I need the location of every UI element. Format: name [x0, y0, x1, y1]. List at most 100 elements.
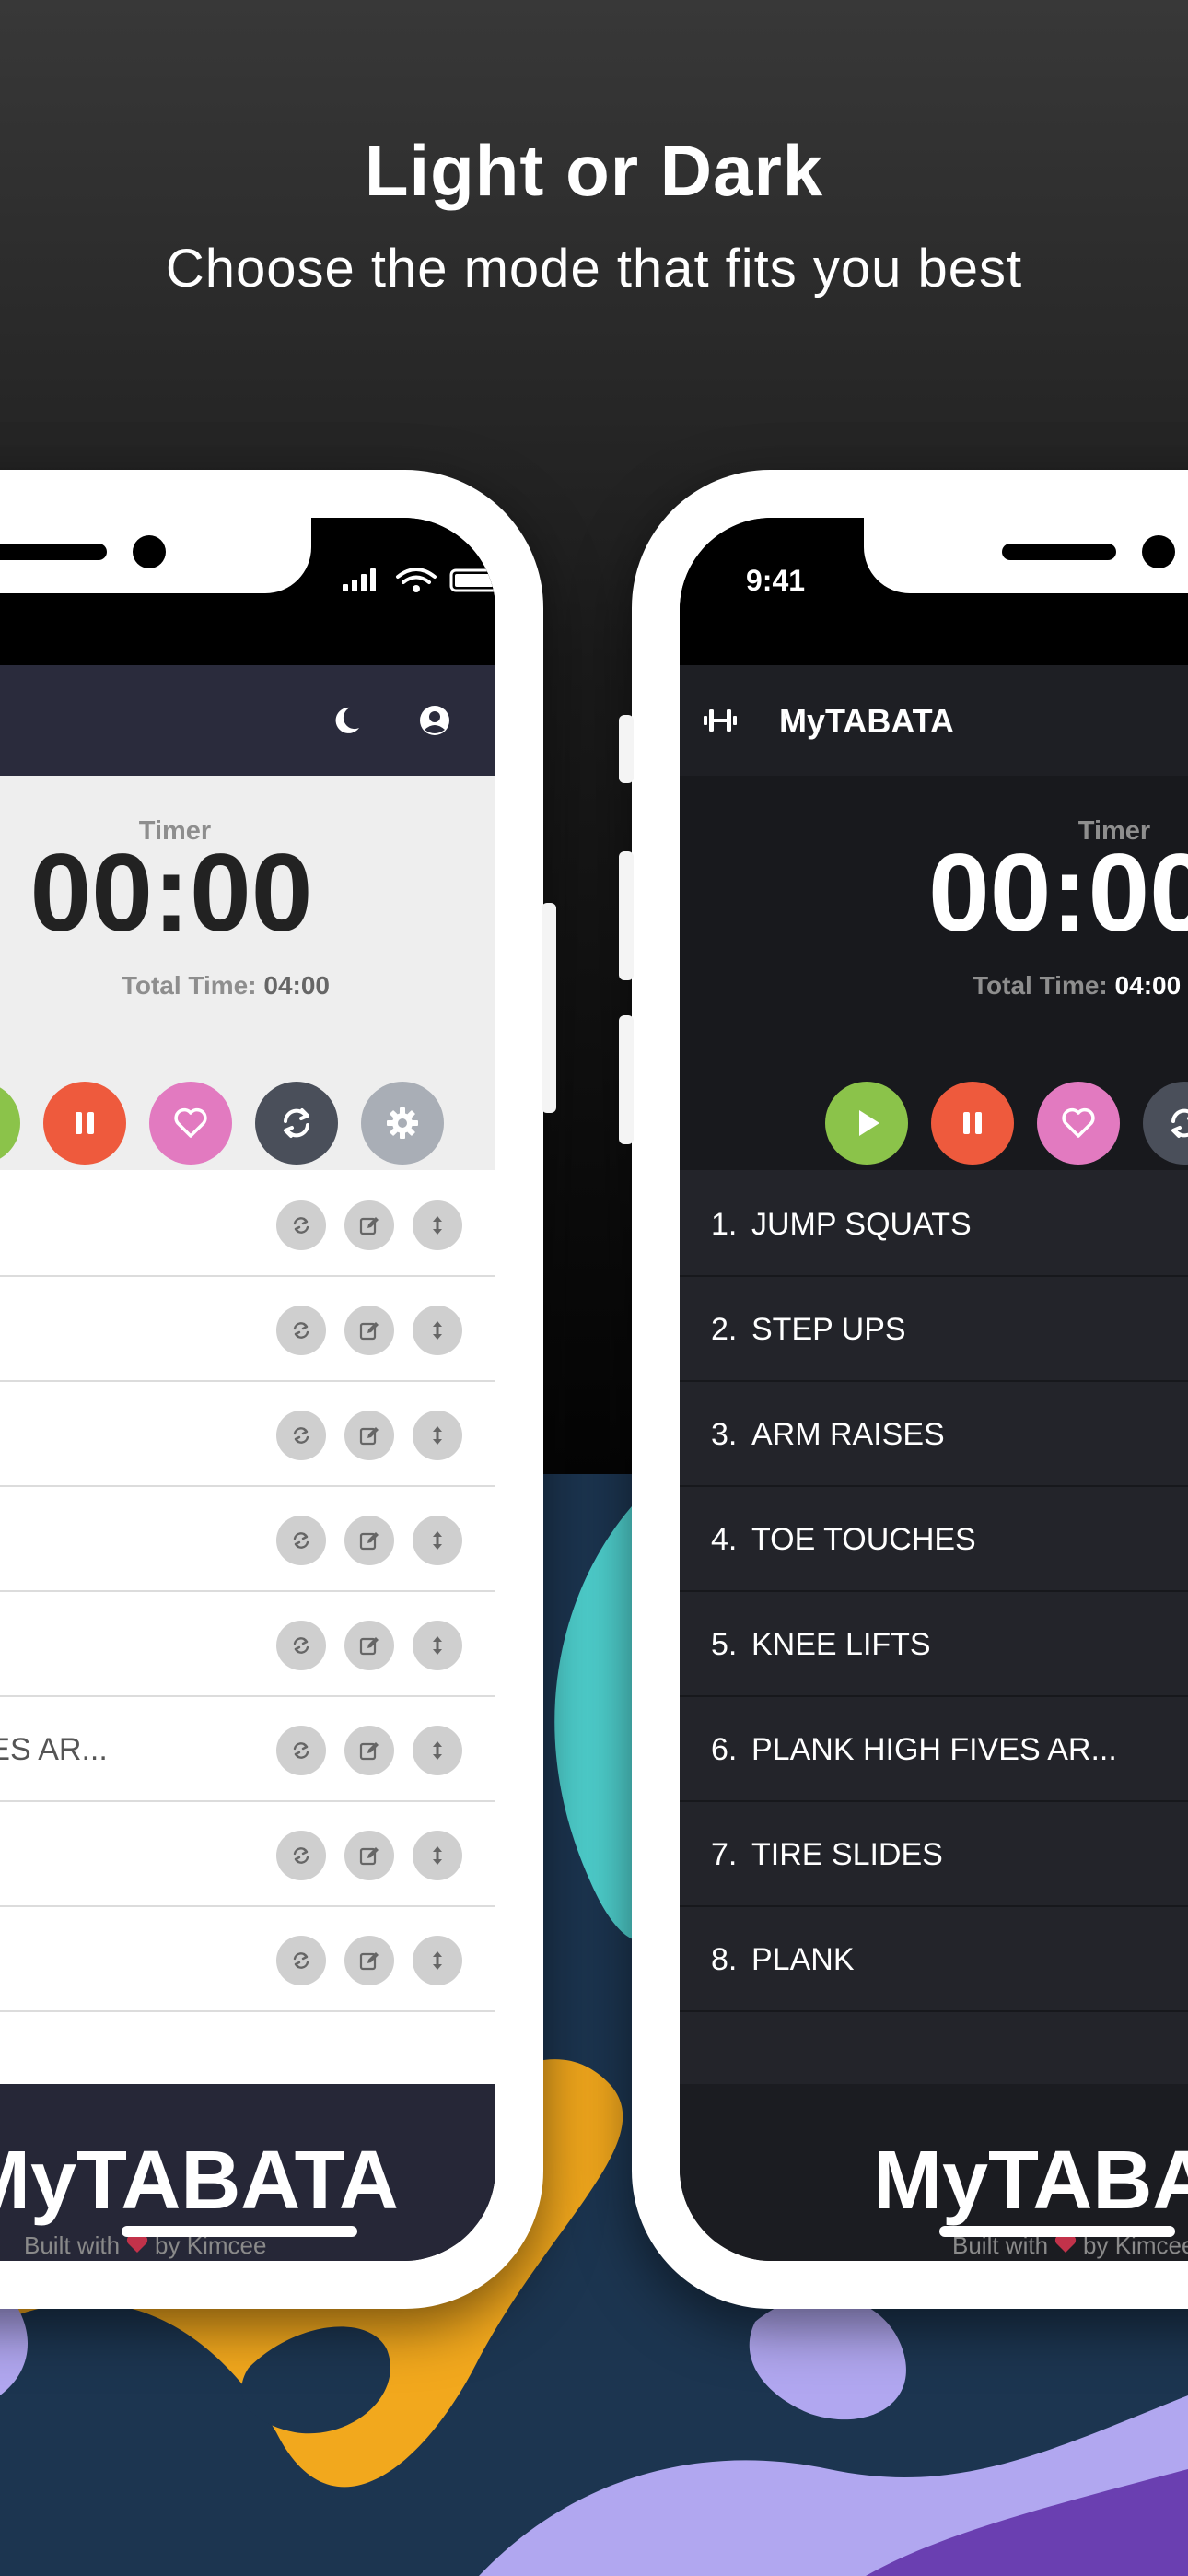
reorder-exercise-button[interactable]	[413, 1936, 462, 1985]
dumbbell-icon	[704, 709, 737, 732]
home-indicator[interactable]	[122, 2226, 357, 2237]
reorder-icon	[433, 1216, 442, 1235]
edit-exercise-button[interactable]	[344, 1516, 394, 1565]
reorder-exercise-button[interactable]	[413, 1516, 462, 1565]
exercise-row-6[interactable]: 6. PLANK HIGH FIVES AR...	[680, 1695, 1188, 1802]
swap-icon	[293, 1322, 309, 1339]
moon-icon[interactable]	[330, 704, 363, 737]
pause-icon	[76, 1112, 94, 1134]
settings-button[interactable]	[361, 1082, 444, 1165]
exercise-row-1[interactable]: 1. JUMP SQUATS	[680, 1170, 1188, 1277]
reorder-exercise-button[interactable]	[413, 1200, 462, 1250]
swap-icon	[293, 1427, 309, 1444]
reorder-exercise-button[interactable]	[413, 1621, 462, 1670]
exercise-row-3[interactable]: 3. ARM RAISES	[680, 1380, 1188, 1487]
swap-exercise-button[interactable]	[276, 1411, 326, 1460]
account-circle-icon[interactable]	[418, 704, 451, 737]
exercise-row-8[interactable]: 8. PLANK	[680, 1905, 1188, 2012]
exercise-number: 5.	[711, 1627, 738, 1662]
edit-exercise-button[interactable]	[344, 1831, 394, 1880]
exercise-number: 6.	[711, 1732, 738, 1767]
edit-exercise-button[interactable]	[344, 1200, 394, 1250]
swap-exercise-button[interactable]	[276, 1621, 326, 1670]
signal-icon	[343, 568, 376, 591]
credit-prefix: Built with	[24, 2231, 121, 2259]
footer-brand: MyTABATA	[873, 2135, 1188, 2227]
exercise-name: TOE TOUCHES	[0, 1522, 129, 1558]
exercise-row-7[interactable]: 7. TIRE SLIDES	[0, 1800, 495, 1907]
heart-icon	[1062, 1107, 1095, 1138]
pause-icon	[963, 1112, 982, 1134]
exercise-name: JUMP SQUATS	[0, 1207, 129, 1243]
total-time-label: Total Time:	[121, 971, 257, 1000]
app-header: MyTABATA	[680, 665, 1188, 776]
exercise-number: 2.	[711, 1312, 738, 1347]
total-time-value: 04:00	[1114, 971, 1182, 1000]
refresh-icon	[284, 1108, 309, 1138]
favorite-button[interactable]	[1037, 1082, 1120, 1165]
edit-exercise-button[interactable]	[344, 1621, 394, 1670]
total-time: Total Time: 04:00	[122, 971, 330, 1001]
reorder-icon	[433, 1846, 442, 1865]
exercise-row-4[interactable]: 4. TOE TOUCHES	[0, 1485, 495, 1592]
edit-exercise-button[interactable]	[344, 1726, 394, 1775]
pause-button[interactable]	[43, 1082, 126, 1165]
exercise-row-5[interactable]: 5. KNEE LIFTS	[0, 1590, 495, 1697]
exercise-number: 3.	[711, 1417, 738, 1452]
edit-exercise-button[interactable]	[344, 1936, 394, 1985]
pause-button[interactable]	[931, 1082, 1014, 1165]
gear-icon	[387, 1107, 418, 1139]
reorder-exercise-button[interactable]	[413, 1726, 462, 1775]
edit-icon	[359, 1532, 379, 1551]
swap-icon	[293, 1637, 309, 1654]
swap-exercise-button[interactable]	[276, 1516, 326, 1565]
swap-icon	[293, 1742, 309, 1759]
speaker-icon	[0, 544, 107, 560]
exercise-row-6[interactable]: 6. PLANK HIGH FIVES AR...	[0, 1695, 495, 1802]
reorder-icon	[433, 1321, 442, 1340]
exercise-name: PLANK HIGH FIVES AR...	[0, 1732, 108, 1767]
play-icon	[859, 1110, 879, 1136]
reset-button[interactable]	[255, 1082, 338, 1165]
reorder-icon	[433, 1636, 442, 1655]
status-icons	[343, 568, 495, 592]
swap-exercise-button[interactable]	[276, 1306, 326, 1355]
lavender-blob-right	[749, 2295, 906, 2420]
exercise-row-2[interactable]: 2. STEP UPS	[680, 1275, 1188, 1382]
swap-exercise-button[interactable]	[276, 1200, 326, 1250]
screen-light: Timer 00:00 Total Time: 04:00 S AR... My…	[0, 518, 495, 2261]
swap-icon	[293, 1217, 309, 1234]
edit-exercise-button[interactable]	[344, 1306, 394, 1355]
reorder-icon	[433, 1426, 442, 1445]
total-time-value: 04:00	[263, 971, 330, 1000]
play-button[interactable]	[825, 1082, 908, 1165]
exercise-row-2[interactable]: 2. STEP UPS	[0, 1275, 495, 1382]
exercise-row-1[interactable]: 1. JUMP SQUATS	[0, 1170, 495, 1277]
play-button[interactable]	[0, 1082, 20, 1165]
exercise-row-4[interactable]: 4. TOE TOUCHES	[680, 1485, 1188, 1592]
edit-exercise-button[interactable]	[344, 1411, 394, 1460]
speaker-icon	[1002, 544, 1116, 560]
app-header	[0, 665, 495, 776]
app-footer: MyTABATA Built withby Kimcee	[0, 2084, 495, 2261]
swap-exercise-button[interactable]	[276, 1726, 326, 1775]
exercise-name: ARM RAISES	[751, 1417, 945, 1452]
exercise-name: PLANK	[0, 1942, 129, 1978]
favorite-button[interactable]	[149, 1082, 232, 1165]
exercise-row-5[interactable]: 5. KNEE LIFTS	[680, 1590, 1188, 1697]
exercise-row-7[interactable]: 7. TIRE SLIDES	[680, 1800, 1188, 1907]
exercise-row-8[interactable]: 8. PLANK	[0, 1905, 495, 2012]
reorder-exercise-button[interactable]	[413, 1306, 462, 1355]
exercise-name: KNEE LIFTS	[0, 1627, 129, 1663]
swap-exercise-button[interactable]	[276, 1936, 326, 1985]
exercise-name: JUMP SQUATS	[751, 1207, 972, 1242]
reorder-exercise-button[interactable]	[413, 1411, 462, 1460]
reorder-exercise-button[interactable]	[413, 1831, 462, 1880]
reset-button[interactable]	[1143, 1082, 1188, 1165]
phone-light-mode: Timer 00:00 Total Time: 04:00 S AR... My…	[0, 470, 556, 2309]
exercise-number: 1.	[711, 1207, 738, 1242]
camera-icon	[1142, 535, 1175, 568]
swap-exercise-button[interactable]	[276, 1831, 326, 1880]
home-indicator[interactable]	[939, 2226, 1175, 2237]
exercise-row-3[interactable]: 3. ARM RAISES	[0, 1380, 495, 1487]
